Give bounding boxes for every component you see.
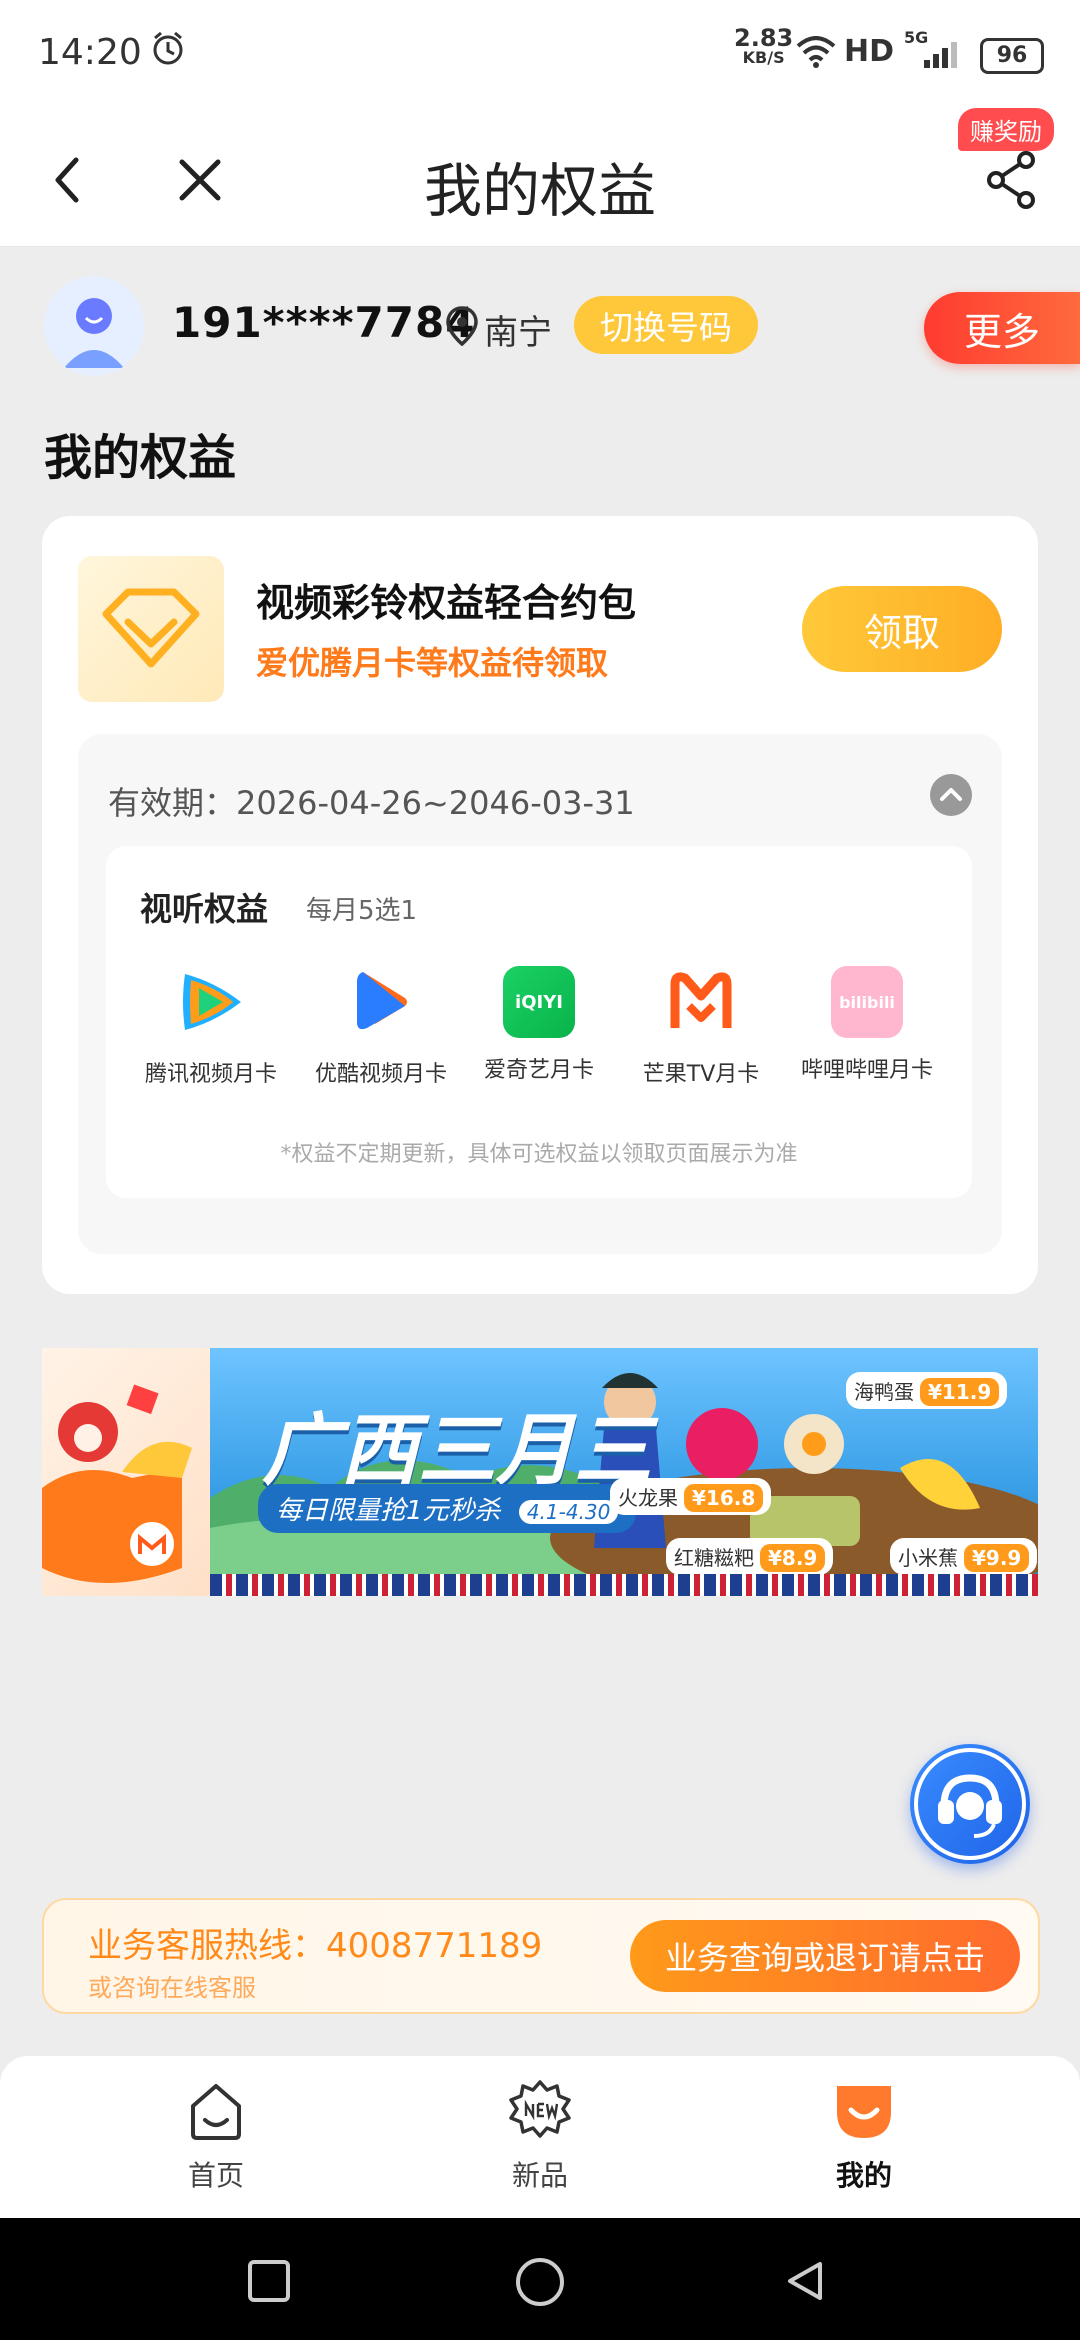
profile-icon (837, 2086, 891, 2138)
avatar[interactable] (44, 276, 144, 376)
reward-badge[interactable]: 赚奖励 (958, 108, 1054, 151)
price-tag: 小米蕉 ¥9.9 (890, 1538, 1038, 1575)
iqiyi-icon: iQIYI (503, 966, 575, 1038)
claim-button[interactable]: 领取 (802, 586, 1002, 672)
price-tag: 火龙果 ¥16.8 (610, 1478, 772, 1515)
app-label: 爱奇艺月卡 (483, 1058, 594, 1083)
system-navigation-bar (0, 2218, 1080, 2340)
package-subtitle: 爱优腾月卡等权益待领取 (256, 644, 609, 682)
city-label: 南宁 (484, 313, 552, 353)
youku-icon (357, 972, 407, 1030)
tab-home[interactable]: 首页 (116, 2080, 316, 2194)
mango-tv-icon (670, 972, 732, 1028)
banner-slogan: 每日限量抢1元秒杀 4.1-4.30 (258, 1484, 637, 1533)
benefit-note: *权益不定期更新，具体可选权益以领取页面展示为准 (280, 1142, 798, 1167)
price-tag: 红糖糍粑 ¥8.9 (666, 1538, 834, 1575)
package-icon (78, 556, 224, 702)
validity-period: 有效期：2026-04-26~2046-03-31 (108, 784, 635, 822)
signal-icon (924, 42, 957, 68)
av-benefits-box: 视听权益 每月5选1 腾讯视频月卡 优酷视频月卡 iQIYI 爱奇艺月卡 芒果T… (106, 846, 972, 1198)
banner-pattern-stripe (210, 1574, 1038, 1596)
bottom-tab-bar: 首页 新品 我的 (0, 2056, 1080, 2218)
new-badge-icon (509, 2080, 571, 2138)
app-label: 芒果TV月卡 (642, 1062, 760, 1087)
page-title: 我的权益 (423, 157, 656, 225)
tab-label: 我的 (835, 2159, 892, 2192)
bilibili-icon: bilibili (831, 966, 903, 1038)
status-bar: 14:20 2.83 KB/S HD 5G 96 (0, 0, 1080, 110)
tab-label: 新品 (511, 2159, 568, 2192)
nav-bar: 我的权益 赚奖励 (0, 108, 1080, 247)
banner-date-range: 4.1-4.30 (518, 1500, 619, 1524)
av-benefits-title: 视听权益 (140, 890, 269, 928)
avatar-icon (44, 276, 144, 376)
tencent-video-icon (183, 974, 241, 1030)
phone-number: 191****7784 (172, 298, 476, 347)
headset-icon (914, 1748, 1026, 1860)
collapse-icon[interactable] (930, 774, 972, 816)
tab-label: 首页 (187, 2159, 244, 2192)
hotline-number[interactable]: 业务客服热线：4008771189 (88, 1918, 542, 1967)
alarm-icon (153, 31, 183, 65)
back-nav-icon[interactable] (782, 2258, 828, 2304)
diamond-icon (102, 588, 200, 668)
section-title: 我的权益 (44, 430, 237, 486)
hotline-bar: 业务客服热线：4008771189 或咨询在线客服 业务查询或退订请点击 (42, 1898, 1040, 2014)
package-title: 视频彩铃权益轻合约包 (256, 581, 637, 625)
app-item-bilibili[interactable]: bilibili 哔哩哔哩月卡 (782, 966, 952, 1084)
switch-number-button[interactable]: 切换号码 (574, 296, 758, 354)
more-button[interactable]: 更多 (924, 292, 1080, 364)
benefit-card: 视频彩铃权益轻合约包 爱优腾月卡等权益待领取 领取 有效期：2026-04-26… (42, 516, 1038, 1294)
net-speed: 2.83 KB/S (734, 24, 794, 67)
gift-box-icon (42, 1384, 192, 1583)
price-tag: 海鸭蛋 ¥11.9 (846, 1372, 1008, 1409)
tab-new[interactable]: 新品 (440, 2080, 640, 2194)
app-item-iqiyi[interactable]: iQIYI 爱奇艺月卡 (454, 966, 624, 1084)
app-label: 哔哩哔哩月卡 (800, 1058, 933, 1083)
banner-left-image (42, 1348, 210, 1596)
app-item-mango[interactable]: 芒果TV月卡 (616, 966, 786, 1088)
app-label: 优酷视频月卡 (314, 1062, 447, 1087)
hd-indicator: HD (844, 34, 895, 69)
banner-main-image: 广西三月三 每日限量抢1元秒杀 4.1-4.30 海鸭蛋 ¥11.9 火龙果 ¥16… (210, 1348, 1038, 1596)
av-benefits-subtitle: 每月5选1 (306, 896, 418, 926)
app-item-tencent[interactable]: 腾讯视频月卡 (126, 966, 296, 1088)
wifi-icon (796, 36, 836, 68)
home-nav-icon[interactable] (514, 2256, 566, 2308)
share-icon[interactable] (984, 150, 1040, 210)
tab-mine[interactable]: 我的 (764, 2080, 964, 2194)
location-pin-icon (446, 306, 478, 346)
app-label: 腾讯视频月卡 (144, 1062, 277, 1087)
app-item-youku[interactable]: 优酷视频月卡 (296, 966, 466, 1088)
online-service-link[interactable]: 或咨询在线客服 (88, 1968, 256, 2003)
customer-service-button[interactable] (910, 1744, 1030, 1864)
home-icon (191, 2084, 241, 2140)
benefit-detail-panel: 有效期：2026-04-26~2046-03-31 视听权益 每月5选1 腾讯视… (78, 734, 1002, 1254)
promo-banner[interactable]: 广西三月三 每日限量抢1元秒杀 4.1-4.30 海鸭蛋 ¥11.9 火龙果 ¥16… (42, 1348, 1038, 1596)
battery-indicator: 96 (980, 38, 1044, 74)
chevron-up-icon (940, 788, 962, 801)
status-time: 14:20 (38, 32, 142, 73)
inquiry-unsubscribe-button[interactable]: 业务查询或退订请点击 (630, 1920, 1020, 1992)
recent-apps-icon[interactable] (246, 2258, 292, 2304)
